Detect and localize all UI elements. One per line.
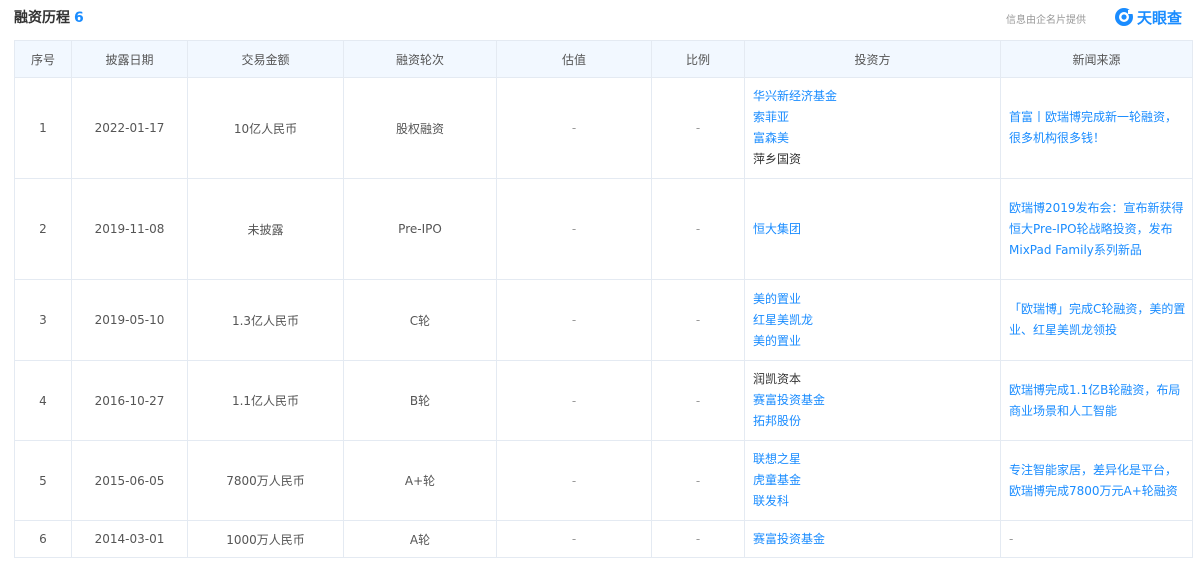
col-header-amount: 交易金额	[187, 40, 344, 78]
data-source-note: 信息由企名片提供	[1006, 15, 1086, 26]
investor-link[interactable]: 联发科	[753, 491, 994, 512]
news-empty: -	[1009, 531, 1014, 546]
cell-valuation: -	[496, 360, 652, 441]
cell-news: 欧瑞博完成1.1亿B轮融资，布局商业场景和人工智能	[1000, 360, 1193, 441]
cell-news: 首富丨欧瑞博完成新一轮融资，很多机构很多钱！	[1000, 77, 1193, 179]
news-link[interactable]: 欧瑞博完成1.1亿B轮融资，布局商业场景和人工智能	[1009, 383, 1180, 418]
investor-link[interactable]: 赛富投资基金	[753, 390, 994, 411]
cell-round: 股权融资	[343, 77, 497, 179]
cell-index: 5	[14, 440, 72, 521]
cell-ratio: -	[651, 77, 745, 179]
col-header-ratio: 比例	[651, 40, 745, 78]
investor-name: 萍乡国资	[753, 152, 802, 166]
cell-ratio: -	[651, 440, 745, 521]
cell-investors: 恒大集团	[744, 178, 1001, 280]
cell-date: 2019-05-10	[71, 279, 188, 361]
table-row: 6 2014-03-01 1000万人民币 A轮 - - 赛富投资基金 -	[14, 520, 1193, 558]
cell-valuation: -	[496, 440, 652, 521]
cell-round: C轮	[343, 279, 497, 361]
investor-link[interactable]: 红星美凯龙	[753, 310, 994, 331]
investor-link[interactable]: 恒大集团	[753, 219, 994, 240]
section-header: 融资历程 6 信息由企名片提供 天眼查	[0, 0, 1200, 38]
investor-link[interactable]: 赛富投资基金	[753, 529, 994, 550]
cell-index: 1	[14, 77, 72, 179]
cell-ratio: -	[651, 520, 745, 558]
cell-ratio: -	[651, 178, 745, 280]
cell-round: B轮	[343, 360, 497, 441]
news-link[interactable]: 首富丨欧瑞博完成新一轮融资，很多机构很多钱！	[1009, 110, 1177, 145]
section-title: 融资历程 6	[14, 7, 84, 27]
table-row: 2 2019-11-08 未披露 Pre-IPO - - 恒大集团 欧瑞博201…	[14, 178, 1193, 280]
cell-index: 6	[14, 520, 72, 558]
investor-link[interactable]: 富森美	[753, 128, 994, 149]
col-header-date: 披露日期	[71, 40, 188, 78]
cell-investors: 联想之星 虎童基金 联发科	[744, 440, 1001, 521]
cell-index: 2	[14, 178, 72, 280]
financing-history-table: 序号 披露日期 交易金额 融资轮次 估值 比例 投资方 新闻来源 1 2022-…	[14, 40, 1193, 558]
cell-round: A轮	[343, 520, 497, 558]
col-header-news: 新闻来源	[1000, 40, 1193, 78]
col-header-round: 融资轮次	[343, 40, 497, 78]
investor-link[interactable]: 索菲亚	[753, 107, 994, 128]
section-title-text: 融资历程	[14, 10, 70, 26]
investor-link[interactable]: 拓邦股份	[753, 411, 994, 432]
cell-valuation: -	[496, 279, 652, 361]
table-row: 4 2016-10-27 1.1亿人民币 B轮 - - 润凯资本 赛富投资基金 …	[14, 360, 1193, 441]
cell-date: 2016-10-27	[71, 360, 188, 441]
cell-index: 3	[14, 279, 72, 361]
investor-link[interactable]: 美的置业	[753, 289, 994, 310]
cell-index: 4	[14, 360, 72, 441]
cell-ratio: -	[651, 360, 745, 441]
cell-date: 2019-11-08	[71, 178, 188, 280]
cell-ratio: -	[651, 279, 745, 361]
news-link[interactable]: 「欧瑞博」完成C轮融资，美的置业、红星美凯龙领投	[1009, 302, 1185, 337]
cell-valuation: -	[496, 520, 652, 558]
cell-round: Pre-IPO	[343, 178, 497, 280]
cell-date: 2015-06-05	[71, 440, 188, 521]
cell-amount: 1000万人民币	[187, 520, 344, 558]
cell-amount: 1.3亿人民币	[187, 279, 344, 361]
brand-name: 天眼查	[1137, 8, 1183, 27]
investor-name: 润凯资本	[753, 372, 802, 386]
cell-investors: 美的置业 红星美凯龙 美的置业	[744, 279, 1001, 361]
investor-link[interactable]: 华兴新经济基金	[753, 86, 994, 107]
cell-amount: 1.1亿人民币	[187, 360, 344, 441]
cell-investors: 润凯资本 赛富投资基金 拓邦股份	[744, 360, 1001, 441]
cell-date: 2014-03-01	[71, 520, 188, 558]
news-link[interactable]: 专注智能家居，差异化是平台，欧瑞博完成7800万元A+轮融资	[1009, 463, 1178, 498]
table-row: 5 2015-06-05 7800万人民币 A+轮 - - 联想之星 虎童基金 …	[14, 440, 1193, 521]
col-header-investors: 投资方	[744, 40, 1001, 78]
cell-investors: 赛富投资基金	[744, 520, 1001, 558]
cell-valuation: -	[496, 77, 652, 179]
news-link[interactable]: 欧瑞博2019发布会：宣布新获得恒大Pre-IPO轮战略投资，发布MixPad …	[1009, 201, 1184, 257]
table-header-row: 序号 披露日期 交易金额 融资轮次 估值 比例 投资方 新闻来源	[14, 40, 1193, 78]
cell-date: 2022-01-17	[71, 77, 188, 179]
cell-amount: 10亿人民币	[187, 77, 344, 179]
cell-news: 欧瑞博2019发布会：宣布新获得恒大Pre-IPO轮战略投资，发布MixPad …	[1000, 178, 1193, 280]
cell-round: A+轮	[343, 440, 497, 521]
col-header-index: 序号	[14, 40, 72, 78]
investor-link[interactable]: 虎童基金	[753, 470, 994, 491]
cell-valuation: -	[496, 178, 652, 280]
cell-amount: 7800万人民币	[187, 440, 344, 521]
cell-news: 专注智能家居，差异化是平台，欧瑞博完成7800万元A+轮融资	[1000, 440, 1193, 521]
investor-link[interactable]: 美的置业	[753, 331, 994, 352]
col-header-valuation: 估值	[496, 40, 652, 78]
cell-amount: 未披露	[187, 178, 344, 280]
cell-news: 「欧瑞博」完成C轮融资，美的置业、红星美凯龙领投	[1000, 279, 1193, 361]
table-row: 3 2019-05-10 1.3亿人民币 C轮 - - 美的置业 红星美凯龙 美…	[14, 279, 1193, 361]
table-row: 1 2022-01-17 10亿人民币 股权融资 - - 华兴新经济基金 索菲亚…	[14, 77, 1193, 179]
cell-news: -	[1000, 520, 1193, 558]
record-count-badge: 6	[74, 10, 84, 26]
brand-eye-icon	[1115, 8, 1134, 26]
brand-logo-group[interactable]: 天眼查	[1114, 6, 1182, 28]
investor-link[interactable]: 联想之星	[753, 449, 994, 470]
cell-investors: 华兴新经济基金 索菲亚 富森美 萍乡国资	[744, 77, 1001, 179]
